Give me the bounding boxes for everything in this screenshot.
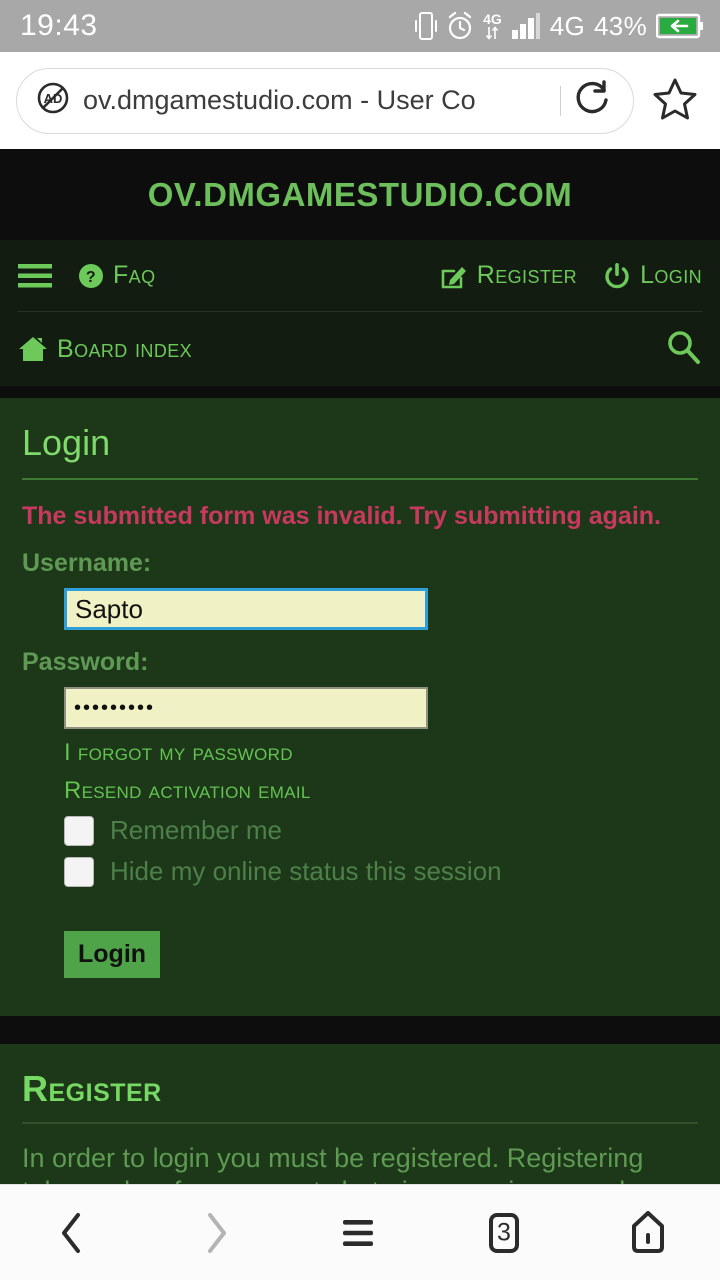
panel-top-gap bbox=[0, 386, 720, 398]
login-panel: Login The submitted form was invalid. Tr… bbox=[0, 398, 720, 1016]
username-input[interactable]: Sapto bbox=[64, 588, 428, 630]
hide-status-row[interactable]: Hide my online status this session bbox=[22, 856, 698, 887]
browser-toolbar: AD ov.dmgamestudio.com - User Co bbox=[0, 52, 720, 149]
site-header: OV.DMGAMESTUDIO.COM bbox=[0, 149, 720, 240]
status-bar: 19:43 4G bbox=[0, 0, 720, 52]
password-label: Password: bbox=[22, 648, 698, 677]
tab-switcher-button[interactable]: 3 bbox=[449, 1185, 559, 1280]
vibrate-icon bbox=[415, 11, 437, 41]
signal-bars-icon bbox=[511, 13, 541, 39]
register-divider bbox=[22, 1122, 698, 1124]
register-description: In order to login you must be registered… bbox=[22, 1142, 698, 1184]
form-error-message: The submitted form was invalid. Try subm… bbox=[22, 502, 698, 531]
hamburger-menu-icon[interactable] bbox=[18, 263, 52, 289]
nav-item-register[interactable]: Register bbox=[440, 261, 577, 290]
username-label: Username: bbox=[22, 549, 698, 578]
alarm-clock-icon bbox=[446, 11, 474, 41]
url-bar[interactable]: AD ov.dmgamestudio.com - User Co bbox=[16, 68, 634, 134]
register-heading: REGISTER bbox=[22, 1068, 698, 1122]
title-divider bbox=[22, 478, 698, 480]
battery-percent-label: 43% bbox=[594, 11, 647, 42]
battery-charging-icon bbox=[656, 13, 704, 39]
svg-text:?: ? bbox=[86, 269, 96, 286]
bookmark-star-icon[interactable] bbox=[652, 75, 698, 126]
page-title: Login bbox=[22, 422, 698, 478]
web-page-viewport: OV.DMGAMESTUDIO.COM bbox=[0, 149, 720, 1184]
browser-bottom-bar: 3 bbox=[0, 1184, 720, 1280]
nav-right-group: Register Login bbox=[440, 261, 702, 290]
nav-item-faq[interactable]: ? FAQ bbox=[78, 261, 155, 290]
hide-status-label: Hide my online status this session bbox=[110, 856, 502, 887]
back-button[interactable] bbox=[17, 1185, 127, 1280]
home-icon bbox=[18, 335, 48, 363]
submit-row: Login bbox=[22, 931, 698, 1016]
nav-item-faq-label: FAQ bbox=[113, 261, 155, 290]
breadcrumb-board-index[interactable]: Board index bbox=[18, 335, 192, 364]
forgot-password-link[interactable]: I forgot my password bbox=[22, 739, 698, 767]
nav-item-register-label: Register bbox=[477, 261, 577, 290]
site-title: OV.DMGAMESTUDIO.COM bbox=[148, 176, 572, 214]
section-divider-gap bbox=[0, 1016, 720, 1044]
hide-status-checkbox[interactable] bbox=[64, 857, 94, 887]
breadcrumb-board-index-label: Board index bbox=[57, 335, 192, 364]
nav-primary-row: ? FAQ bbox=[18, 240, 702, 312]
power-icon bbox=[603, 262, 631, 290]
resend-activation-link[interactable]: Resend activation email bbox=[22, 777, 698, 805]
search-icon[interactable] bbox=[664, 328, 702, 371]
password-field-row: ••••••••• bbox=[22, 687, 698, 729]
status-icon-group: 4G 4G 43% bbox=[415, 11, 704, 42]
url-divider bbox=[560, 86, 561, 116]
forward-button[interactable] bbox=[161, 1185, 271, 1280]
browser-menu-button[interactable] bbox=[305, 1185, 415, 1280]
nav-breadcrumb-row: Board index bbox=[18, 312, 702, 386]
register-panel: REGISTER In order to login you must be r… bbox=[0, 1044, 720, 1184]
url-text: ov.dmgamestudio.com - User Co bbox=[83, 85, 556, 116]
password-input[interactable]: ••••••••• bbox=[64, 687, 428, 729]
nav-left-group: ? FAQ bbox=[18, 261, 155, 290]
question-circle-icon: ? bbox=[78, 263, 104, 289]
reload-icon[interactable] bbox=[571, 76, 615, 125]
remember-me-row[interactable]: Remember me bbox=[22, 815, 698, 846]
remember-me-label: Remember me bbox=[110, 815, 282, 846]
nav-item-login-label: Login bbox=[640, 261, 702, 290]
home-button[interactable] bbox=[593, 1185, 703, 1280]
status-clock: 19:43 bbox=[20, 9, 98, 43]
login-submit-button[interactable]: Login bbox=[64, 931, 160, 978]
phone-screen: 19:43 4G bbox=[0, 0, 720, 1280]
remember-me-checkbox[interactable] bbox=[64, 816, 94, 846]
tab-count-label: 3 bbox=[497, 1218, 511, 1247]
site-navbar: ? FAQ bbox=[0, 240, 720, 386]
username-field-row: Sapto bbox=[22, 588, 698, 630]
pencil-square-icon bbox=[440, 262, 468, 290]
adblock-icon[interactable]: AD bbox=[35, 80, 71, 121]
network-type-label: 4G bbox=[550, 11, 585, 42]
nav-item-login[interactable]: Login bbox=[603, 261, 702, 290]
data-transfer-icon: 4G bbox=[483, 12, 502, 40]
